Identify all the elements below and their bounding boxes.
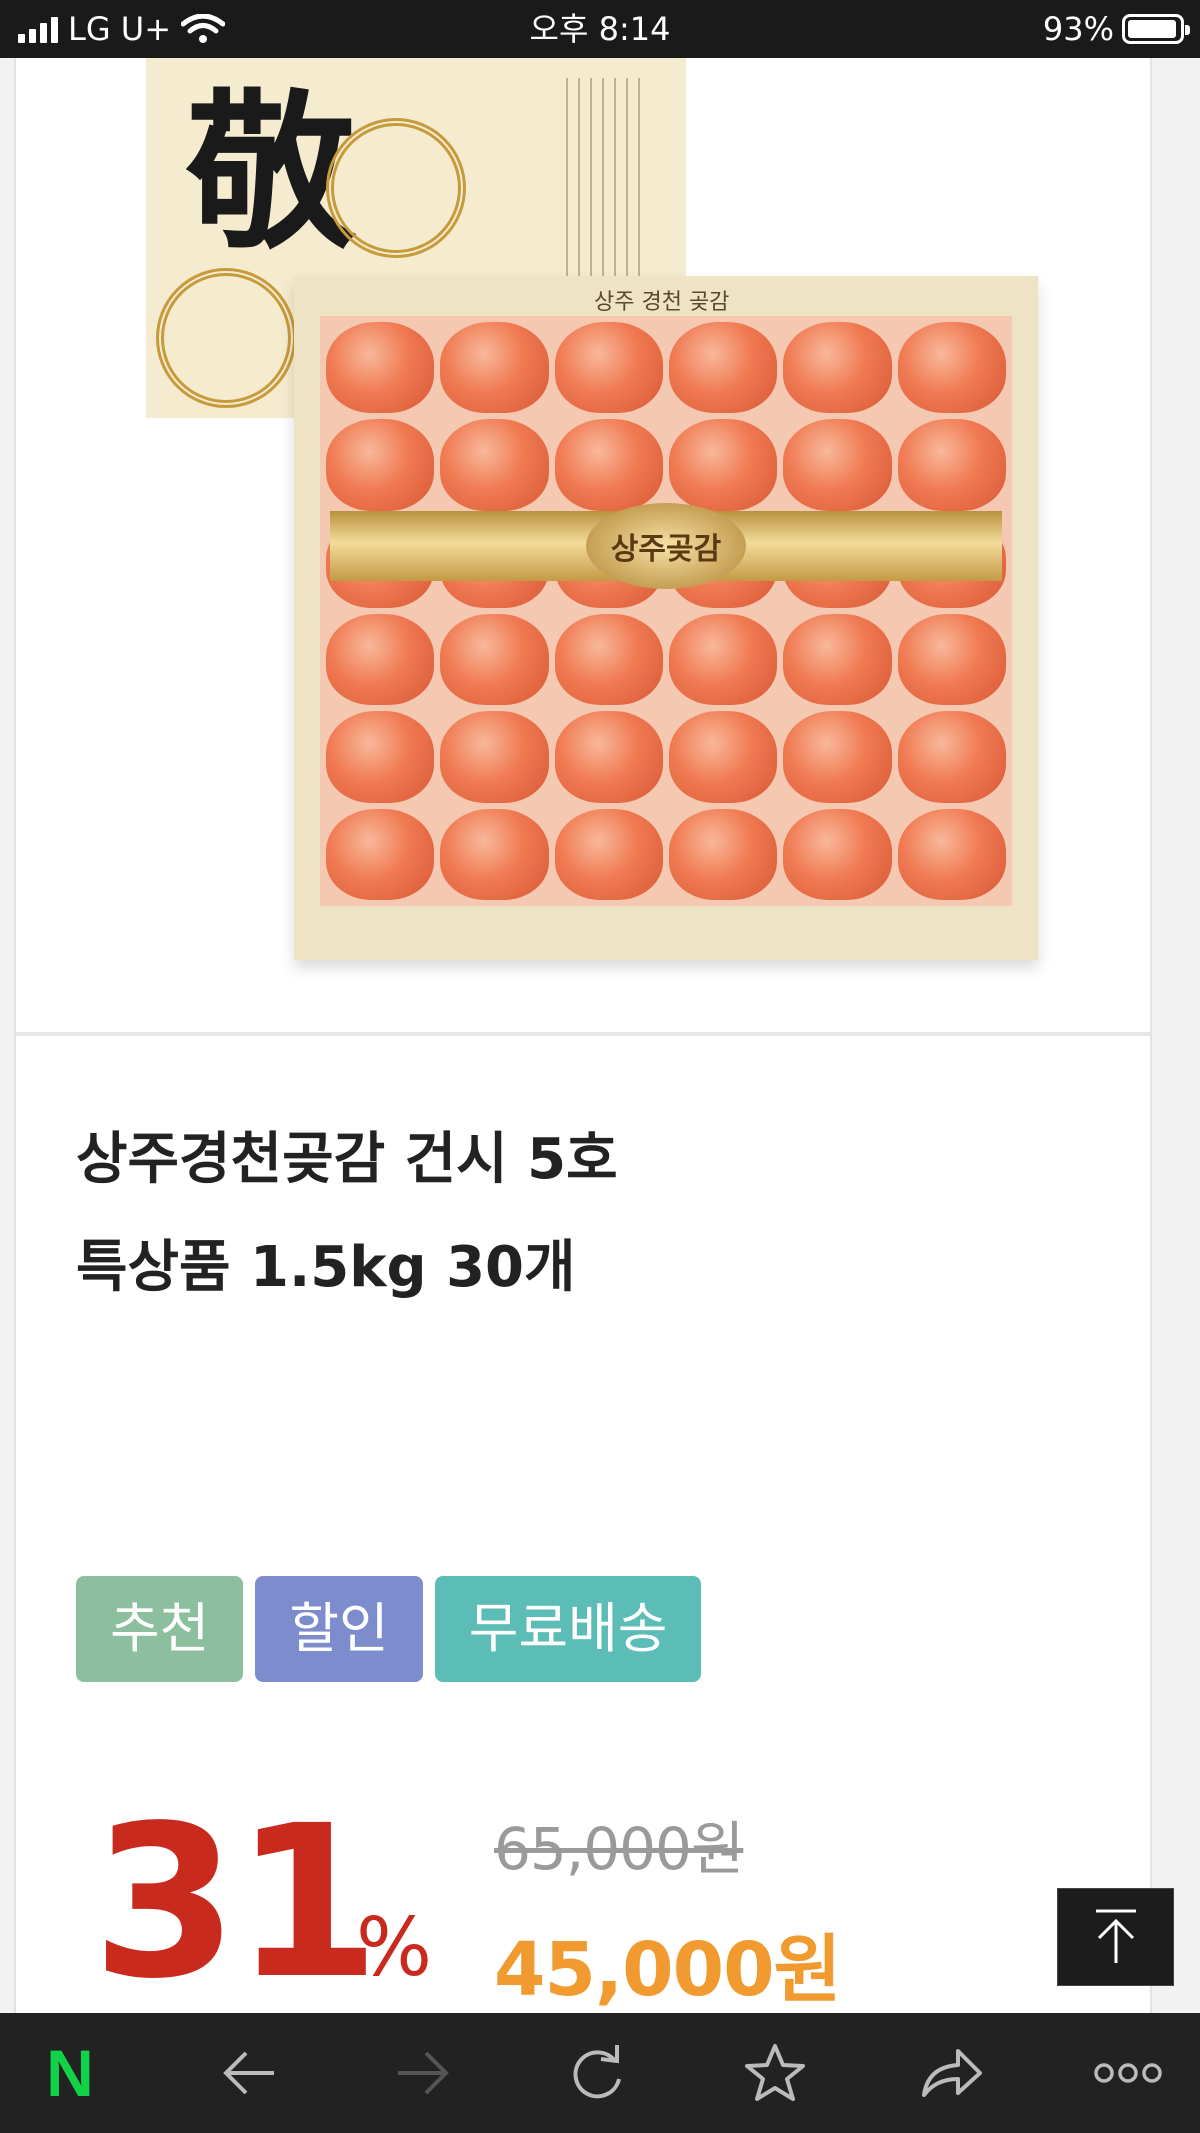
product-tags: 추천 할인 무료배송 [76, 1576, 702, 1682]
persimmon [783, 808, 892, 900]
tag-recommend: 추천 [76, 1576, 244, 1682]
persimmon [783, 322, 892, 414]
tag-free-shipping: 무료배송 [434, 1576, 702, 1682]
persimmon [326, 808, 435, 900]
battery-percent: 93% [1042, 10, 1114, 48]
lid-seal-icon [326, 118, 466, 258]
persimmon [554, 322, 663, 414]
persimmon [669, 322, 778, 414]
persimmon [326, 322, 435, 414]
persimmon [440, 322, 549, 414]
more-icon [1094, 2063, 1162, 2083]
original-price: 65,000원 [494, 1815, 744, 1883]
persimmon [326, 614, 435, 706]
persimmon [554, 419, 663, 511]
persimmon [669, 419, 778, 511]
back-icon [223, 2051, 274, 2095]
tag-sale: 할인 [255, 1576, 423, 1682]
refresh-button[interactable] [557, 2013, 637, 2133]
share-button[interactable] [912, 2013, 992, 2133]
status-time: 오후 8:14 [529, 10, 671, 48]
persimmon [440, 711, 549, 803]
gift-band: 상주곶감 [330, 503, 1002, 589]
persimmon [897, 614, 1006, 706]
persimmon [669, 808, 778, 900]
arrow-up-icon [1095, 1909, 1136, 1963]
forward-button[interactable] [382, 2013, 462, 2133]
scroll-to-top-button[interactable] [1057, 1888, 1174, 1986]
persimmon [554, 614, 663, 706]
persimmon [669, 614, 778, 706]
persimmon [897, 419, 1006, 511]
discount-rate: 31 [92, 1780, 380, 2025]
persimmon [897, 322, 1006, 414]
refresh-icon [573, 2045, 621, 2099]
band-label: 상주곶감 [586, 503, 746, 589]
back-button[interactable] [210, 2013, 290, 2133]
browser-toolbar: N [0, 2013, 1200, 2133]
star-icon [745, 2044, 805, 2101]
battery-icon [1122, 14, 1190, 44]
status-bar: LG U+ 오후 8:14 93% [0, 0, 1200, 58]
product-card: 敬 상주 경천 곶감 상주곶감 상주경천곶감 건시 5호 특상품 1.5kg 3… [14, 58, 1152, 2013]
product-image[interactable]: 敬 상주 경천 곶감 상주곶감 [16, 58, 1150, 1034]
persimmon [783, 614, 892, 706]
persimmon-tray: 상주 경천 곶감 상주곶감 [294, 276, 1038, 960]
persimmon [783, 711, 892, 803]
persimmon [897, 808, 1006, 900]
persimmon [669, 711, 778, 803]
naver-logo: N [46, 2036, 94, 2110]
share-icon [922, 2049, 982, 2097]
naver-home-button[interactable]: N [30, 2013, 110, 2133]
persimmon [440, 808, 549, 900]
persimmon [440, 419, 549, 511]
persimmon [783, 419, 892, 511]
product-title: 상주경천곶감 건시 5호 특상품 1.5kg 30개 [76, 1127, 618, 1300]
persimmon [897, 711, 1006, 803]
bookmark-button[interactable] [735, 2013, 815, 2133]
status-right: 93% [1042, 0, 1190, 58]
lid-seal-icon [156, 268, 296, 408]
forward-icon [398, 2051, 449, 2095]
more-button[interactable] [1088, 2013, 1168, 2133]
persimmon [440, 614, 549, 706]
sale-price: 45,000원 [494, 1927, 842, 2013]
lid-text-pattern [566, 78, 646, 298]
discount-percent-sign: % [356, 1901, 433, 1994]
section-divider [16, 1032, 1150, 1036]
tray-title: 상주 경천 곶감 [594, 290, 730, 315]
persimmon [326, 419, 435, 511]
persimmon-grid: 상주곶감 [320, 316, 1012, 906]
persimmon [554, 808, 663, 900]
persimmon [326, 711, 435, 803]
persimmon [554, 711, 663, 803]
